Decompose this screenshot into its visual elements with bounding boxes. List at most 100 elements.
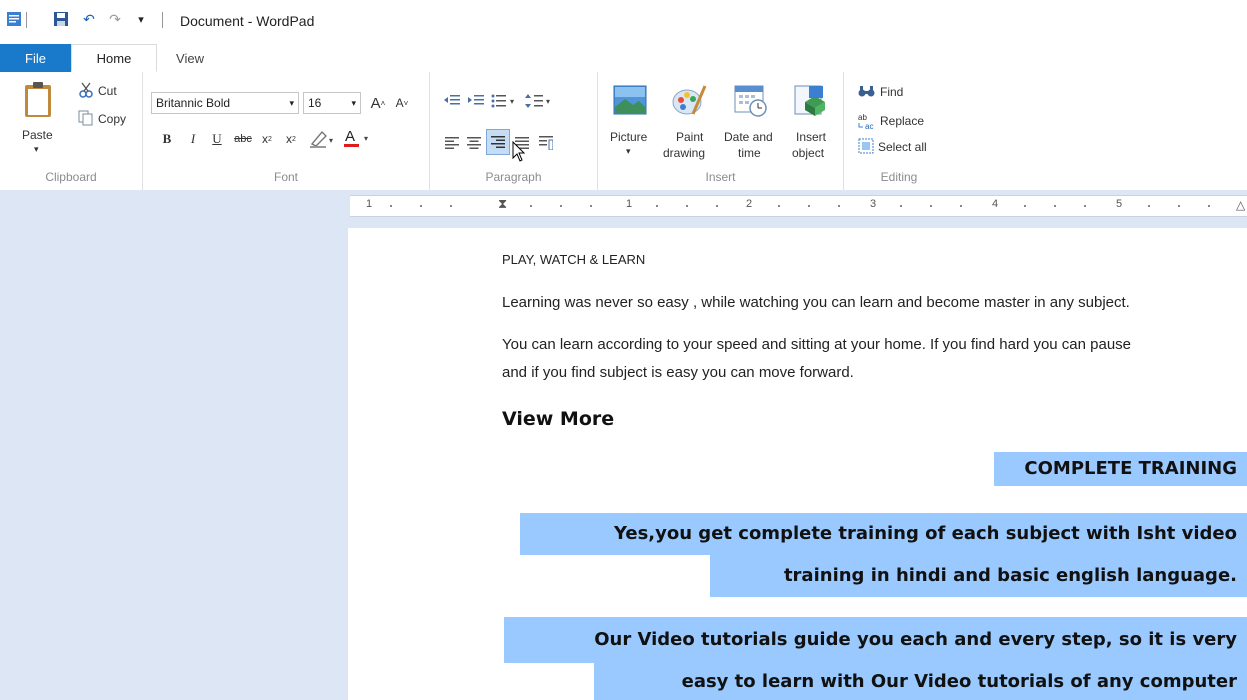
- shrink-font-icon[interactable]: A ˅: [391, 92, 413, 114]
- save-icon[interactable]: [52, 10, 70, 28]
- picture-icon[interactable]: [612, 82, 648, 118]
- font-size-combo[interactable]: 16 ▾: [303, 92, 361, 114]
- ruler[interactable]: 1 ⧗ 1 2 3 4 5 △: [350, 195, 1247, 217]
- font-family-dropdown-icon[interactable]: ▾: [289, 98, 294, 109]
- ruler-tick: [656, 205, 658, 207]
- doc-selected-para1-line2: training in hindi and basic english lang…: [710, 555, 1247, 597]
- svg-text:▾: ▾: [546, 97, 550, 106]
- ruler-mark: 1: [626, 198, 633, 210]
- ruler-tick: [808, 205, 810, 207]
- ruler-tick: [1024, 205, 1026, 207]
- ruler-tick: [1054, 205, 1056, 207]
- find-label[interactable]: Find: [880, 85, 903, 99]
- ruler-mark: 5: [1116, 198, 1123, 210]
- undo-icon[interactable]: ↶: [80, 10, 98, 28]
- increase-indent-icon[interactable]: [466, 90, 486, 112]
- doc-selected-para1-line1: Yes,you get complete training of each su…: [520, 513, 1247, 555]
- subscript-icon[interactable]: x2: [257, 128, 277, 150]
- insert-group: Picture ▾ Paint drawing Date and time In…: [598, 72, 844, 190]
- ruler-tick: [900, 205, 902, 207]
- find-icon[interactable]: [858, 84, 876, 100]
- date-time-label-line1[interactable]: Date and: [724, 130, 773, 144]
- highlight-color-icon[interactable]: ▾: [307, 128, 337, 150]
- ruler-tick: [1148, 205, 1150, 207]
- cut-label[interactable]: Cut: [98, 84, 117, 98]
- mouse-pointer-icon: [512, 140, 526, 163]
- picture-label[interactable]: Picture: [610, 130, 647, 144]
- svg-text:ab: ab: [858, 113, 867, 122]
- doc-selected-para2-line1: Our Video tutorials guide you each and e…: [504, 617, 1247, 663]
- underline-icon[interactable]: U: [207, 128, 227, 150]
- align-right-icon[interactable]: [486, 129, 510, 155]
- tab-home[interactable]: Home: [71, 44, 157, 72]
- redo-icon[interactable]: ↷: [106, 10, 124, 28]
- svg-text:▾: ▾: [510, 97, 514, 106]
- align-left-icon[interactable]: [442, 132, 462, 154]
- cut-icon[interactable]: [78, 82, 94, 98]
- font-size-dropdown-icon[interactable]: ▾: [351, 98, 356, 109]
- italic-icon[interactable]: I: [183, 128, 203, 150]
- bullets-icon[interactable]: ▾: [490, 90, 520, 112]
- insert-object-label-line2[interactable]: object: [792, 146, 824, 160]
- text-color-icon[interactable]: A ▾: [341, 126, 375, 150]
- superscript-icon[interactable]: x2: [281, 128, 301, 150]
- svg-text:▾: ▾: [364, 134, 368, 143]
- doc-line-intro: Learning was never so easy , while watch…: [502, 294, 1130, 311]
- copy-icon[interactable]: [78, 110, 94, 126]
- replace-label[interactable]: Replace: [880, 114, 924, 128]
- date-time-icon[interactable]: [732, 80, 770, 120]
- editing-group: Find ab ac Replace Select all Editing: [844, 72, 954, 190]
- insert-object-label-line1[interactable]: Insert: [796, 130, 826, 144]
- paste-dropdown-icon[interactable]: ▾: [34, 144, 39, 155]
- tab-file[interactable]: File: [0, 44, 71, 72]
- ruler-tick: [420, 205, 422, 207]
- doc-line-para1: You can learn according to your speed an…: [502, 336, 1132, 353]
- ruler-tick: [450, 205, 452, 207]
- paste-icon[interactable]: [20, 80, 56, 120]
- doc-line-title: PLAY, WATCH & LEARN: [502, 252, 646, 267]
- replace-icon[interactable]: ab ac: [858, 112, 876, 130]
- svg-text:▾: ▾: [329, 136, 333, 145]
- insert-object-icon[interactable]: [792, 80, 830, 120]
- tab-view[interactable]: View: [160, 44, 220, 72]
- align-center-icon[interactable]: [464, 132, 484, 154]
- ruler-tick: [1084, 205, 1086, 207]
- picture-dropdown-icon[interactable]: ▾: [626, 146, 631, 157]
- date-time-label-line2[interactable]: time: [738, 146, 761, 160]
- ruler-mark: 3: [870, 198, 877, 210]
- right-indent-marker-icon[interactable]: △: [1236, 198, 1245, 212]
- doc-selected-complete-training: COMPLETE TRAINING: [994, 452, 1247, 486]
- font-group: Britannic Bold ▾ 16 ▾ A ˄ A ˅ B I U abc x2…: [143, 72, 430, 190]
- select-all-icon[interactable]: [858, 138, 874, 154]
- customize-toolbar-icon[interactable]: ▾: [132, 10, 150, 28]
- ruler-tick: [838, 205, 840, 207]
- paint-label-line2[interactable]: drawing: [663, 146, 705, 160]
- ruler-tick: [960, 205, 962, 207]
- ribbon: Paste ▾ Cut Copy Clipboard Britannic Bol…: [0, 72, 1247, 191]
- paste-label[interactable]: Paste: [22, 128, 53, 142]
- line-spacing-icon[interactable]: ▾: [524, 90, 554, 112]
- paragraph-group-label: Paragraph: [485, 170, 542, 184]
- decrease-indent-icon[interactable]: [442, 90, 462, 112]
- bold-icon[interactable]: B: [157, 128, 177, 150]
- strikethrough-icon[interactable]: abc: [231, 128, 255, 150]
- svg-text:A: A: [345, 128, 355, 145]
- first-line-indent-marker-icon[interactable]: ⧗: [498, 196, 507, 212]
- paint-label-line1[interactable]: Paint: [676, 130, 703, 144]
- paragraph-settings-icon[interactable]: [536, 132, 556, 154]
- document-page[interactable]: PLAY, WATCH & LEARN Learning was never s…: [348, 228, 1247, 700]
- paragraph-group: ▾ ▾ Paragraph: [430, 72, 598, 190]
- ruler-tick: [930, 205, 932, 207]
- grow-font-icon[interactable]: A ˄: [367, 92, 389, 114]
- title-separator-2: [162, 12, 163, 28]
- ruler-tick: [590, 205, 592, 207]
- wordpad-app-icon[interactable]: [6, 10, 22, 28]
- select-all-label[interactable]: Select all: [878, 140, 927, 154]
- paint-drawing-icon[interactable]: [670, 80, 708, 120]
- doc-selected-para2-line2: easy to learn with Our Video tutorials o…: [594, 663, 1247, 700]
- ruler-tick: [716, 205, 718, 207]
- font-family-combo[interactable]: Britannic Bold ▾: [151, 92, 299, 114]
- ruler-mark: 1: [366, 198, 373, 210]
- clipboard-group-label: Clipboard: [45, 170, 97, 184]
- copy-label[interactable]: Copy: [98, 112, 126, 126]
